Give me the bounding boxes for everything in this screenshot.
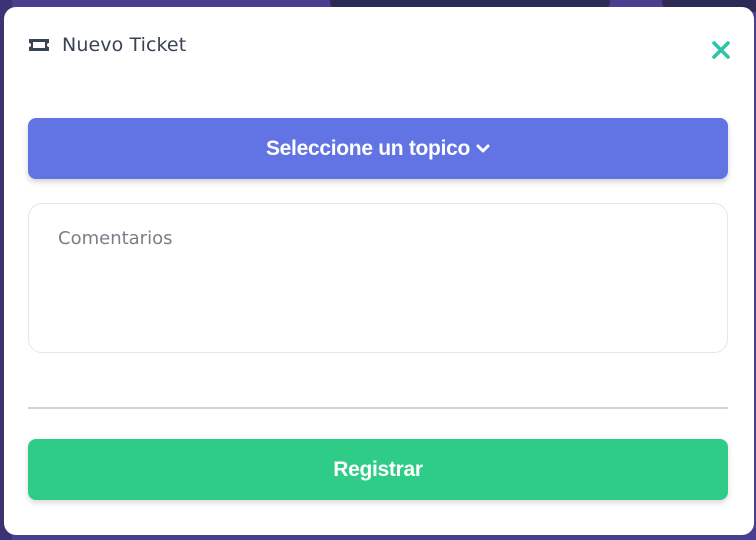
- chevron-down-icon: [476, 144, 490, 154]
- register-button[interactable]: Registrar: [28, 439, 728, 500]
- close-icon: [712, 41, 730, 59]
- new-ticket-modal: Nuevo Ticket Seleccione un topico Regist…: [4, 7, 754, 535]
- modal-title: Nuevo Ticket: [62, 34, 187, 56]
- modal-header: Nuevo Ticket: [28, 33, 186, 57]
- close-button[interactable]: [708, 37, 734, 63]
- ticket-icon: [28, 37, 50, 53]
- topic-select-dropdown[interactable]: Seleccione un topico: [28, 118, 728, 179]
- comments-textarea[interactable]: [28, 203, 728, 353]
- topic-select-label: Seleccione un topico: [265, 136, 471, 160]
- divider: [28, 407, 728, 409]
